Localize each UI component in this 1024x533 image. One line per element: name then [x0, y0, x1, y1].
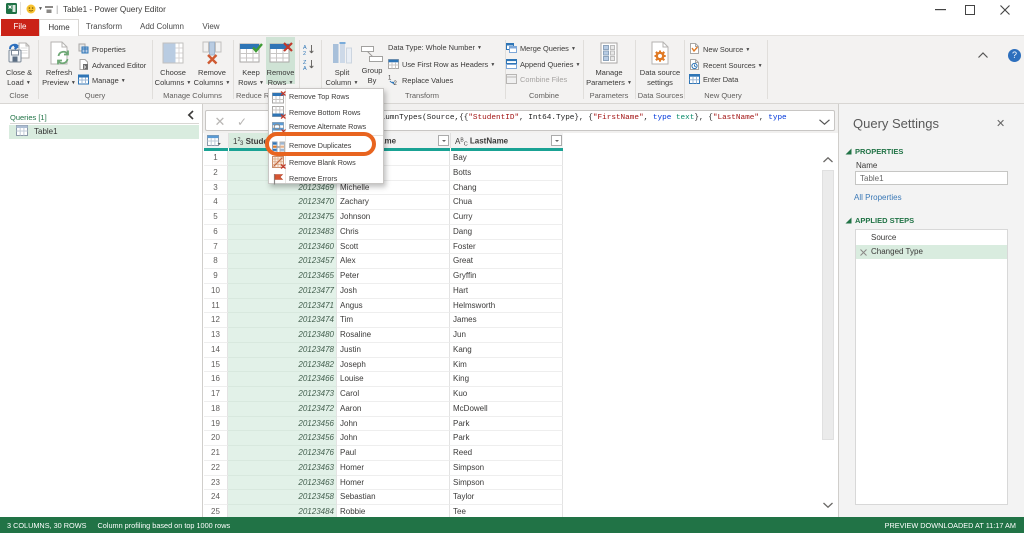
svg-text:1: 1 [388, 76, 392, 82]
svg-text:2: 2 [303, 51, 306, 55]
svg-text:A: A [303, 66, 307, 70]
